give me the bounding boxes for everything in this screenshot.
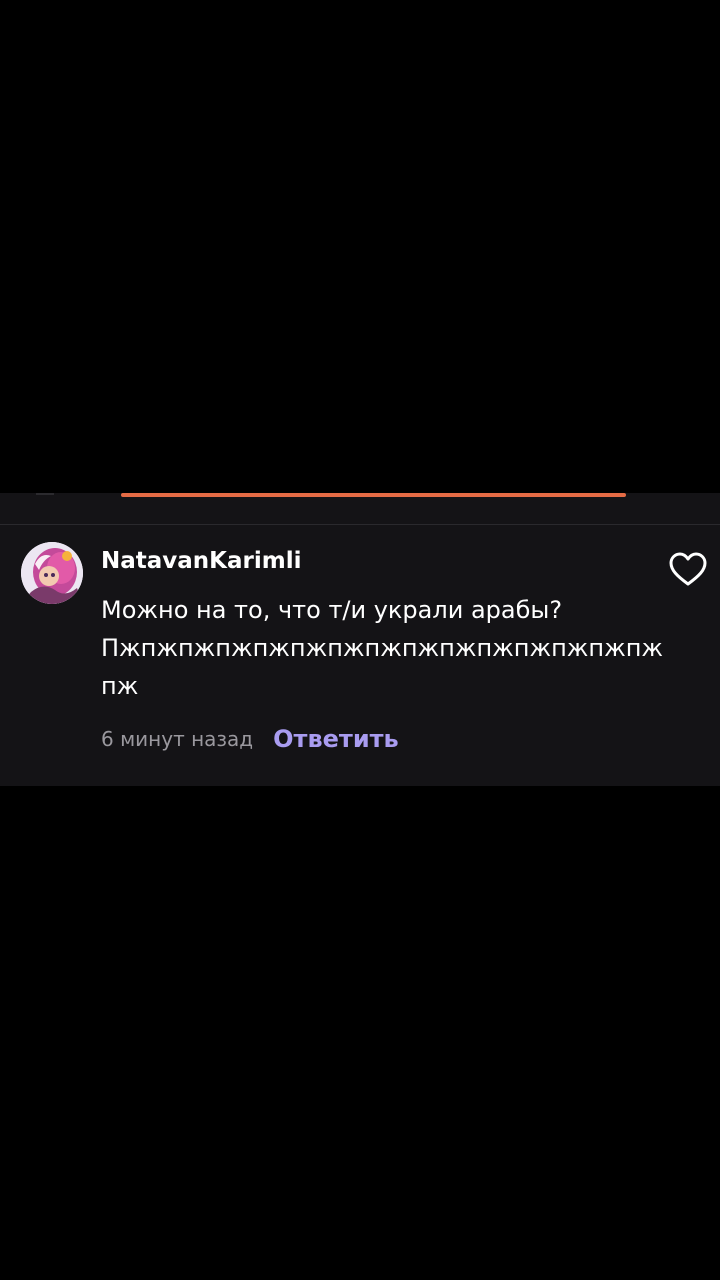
avatar[interactable] — [21, 542, 83, 604]
heart-outline-icon — [669, 552, 707, 586]
comment-text-line: Пжпжпжпжпжпжпжпжпжпжпжпжпжпжпж — [101, 634, 664, 662]
comment-item: NatavanKarimli Можно на то, что т/и укра… — [0, 525, 720, 786]
progress-handle — [36, 493, 54, 495]
comment-text-line: пж — [101, 672, 139, 700]
comment-username[interactable]: NatavanKarimli — [101, 548, 301, 574]
screen: NatavanKarimli Можно на то, что т/и укра… — [0, 0, 720, 1280]
anime-character-avatar-icon — [21, 542, 83, 604]
like-button[interactable] — [667, 549, 709, 591]
comment-meta: 6 минут назад Ответить — [101, 725, 399, 753]
comments-panel: NatavanKarimli Можно на то, что т/и укра… — [0, 493, 720, 786]
comment-timestamp: 6 минут назад — [101, 727, 254, 751]
video-progress-fill — [121, 493, 626, 497]
comment-text: Можно на то, что т/и украли арабы? Пжпжп… — [101, 591, 664, 705]
comment-text-line: Можно на то, что т/и украли арабы? — [101, 596, 563, 624]
reply-button[interactable]: Ответить — [273, 725, 399, 753]
video-progress-bar[interactable] — [0, 493, 720, 497]
